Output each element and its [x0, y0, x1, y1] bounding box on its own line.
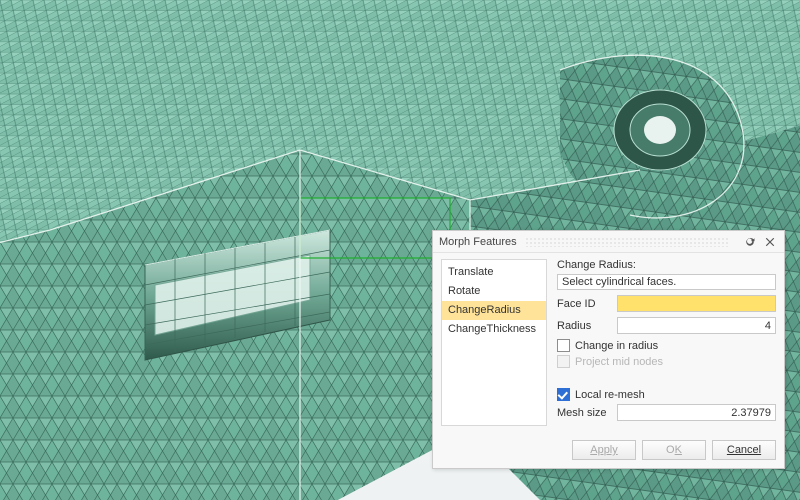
mesh-size-label: Mesh size: [557, 407, 617, 419]
cancel-button[interactable]: Cancel: [712, 440, 776, 460]
face-id-label: Face ID: [557, 298, 617, 310]
dialog-titlebar[interactable]: Morph Features: [433, 231, 784, 253]
ok-button[interactable]: OK: [642, 440, 706, 460]
panel-heading: Change Radius:: [557, 259, 776, 271]
morph-features-dialog: Morph Features Translate Rotate ChangeRa…: [432, 230, 785, 469]
change-in-radius-label: Change in radius: [575, 340, 658, 352]
nav-item-change-radius[interactable]: ChangeRadius: [442, 301, 546, 320]
local-remesh-label: Local re-mesh: [575, 389, 645, 401]
mesh-size-input[interactable]: [617, 404, 776, 421]
reset-icon[interactable]: [742, 234, 758, 250]
dialog-title: Morph Features: [439, 236, 517, 248]
project-mid-nodes-label: Project mid nodes: [575, 356, 663, 368]
local-remesh-checkbox[interactable]: [557, 388, 570, 401]
radius-label: Radius: [557, 320, 617, 332]
project-mid-nodes-checkbox: [557, 355, 570, 368]
nav-item-translate[interactable]: Translate: [442, 263, 546, 282]
dialog-drag-region[interactable]: [525, 237, 730, 247]
apply-button[interactable]: Apply: [572, 440, 636, 460]
selection-hint: Select cylindrical faces.: [557, 274, 776, 290]
change-radius-panel: Change Radius: Select cylindrical faces.…: [557, 259, 776, 426]
close-icon[interactable]: [762, 234, 778, 250]
radius-input[interactable]: [617, 317, 776, 334]
nav-item-change-thickness[interactable]: ChangeThickness: [442, 320, 546, 339]
dialog-buttons: Apply OK Cancel: [433, 434, 784, 468]
face-id-input[interactable]: [617, 295, 776, 312]
feature-nav: Translate Rotate ChangeRadius ChangeThic…: [441, 259, 547, 426]
change-in-radius-checkbox[interactable]: [557, 339, 570, 352]
nav-item-rotate[interactable]: Rotate: [442, 282, 546, 301]
